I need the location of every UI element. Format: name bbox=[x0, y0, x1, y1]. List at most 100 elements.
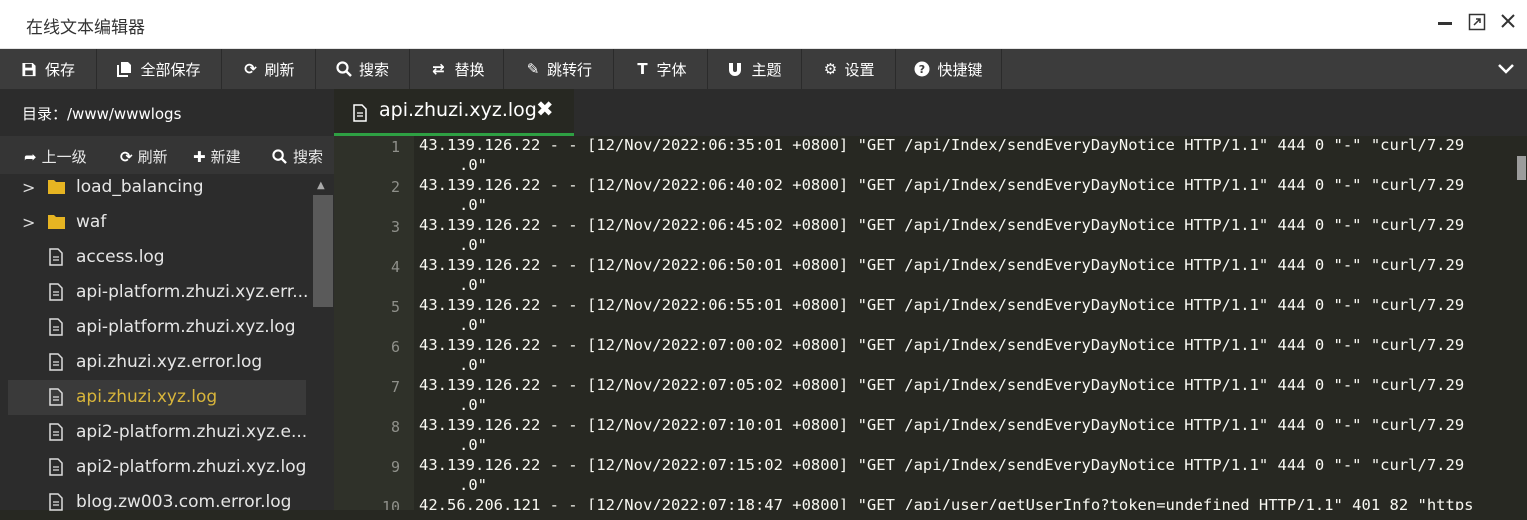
sidebar-search-button[interactable]: 搜索 bbox=[272, 146, 323, 167]
line-number: 4 bbox=[390, 258, 400, 276]
code-line: 42.56.206.121 - - [12/Nov/2022:07:18:47 … bbox=[419, 496, 1474, 510]
up-level-button[interactable]: ➦ 上一级 bbox=[24, 146, 87, 167]
tree-item-label: api2-platform.zhuzi.xyz.log bbox=[76, 457, 307, 477]
goto-line-label: 跳转行 bbox=[546, 60, 592, 79]
line-number: 10 bbox=[381, 498, 400, 510]
font-label: 字体 bbox=[656, 60, 687, 79]
tree-item-file[interactable]: access.log bbox=[8, 240, 306, 275]
tree-item-file[interactable]: api2-platform.zhuzi.xyz.log bbox=[8, 450, 306, 485]
line-number: 1 bbox=[390, 138, 400, 156]
save-label: 保存 bbox=[44, 60, 75, 79]
tree-item-label: access.log bbox=[76, 247, 165, 267]
tree-item-file[interactable]: api.zhuzi.xyz.error.log bbox=[8, 345, 306, 380]
chevron-right-icon: > bbox=[22, 178, 36, 197]
gear-icon: ⚙ bbox=[823, 60, 838, 78]
file-icon bbox=[49, 493, 63, 511]
tree-item-folder[interactable]: > load_balancing bbox=[8, 170, 306, 205]
search-button[interactable]: 搜索 bbox=[316, 49, 410, 89]
sidebar-refresh-button[interactable]: ⟳ 刷新 bbox=[120, 146, 168, 167]
shortcuts-button[interactable]: ? 快捷键 bbox=[896, 49, 1002, 89]
refresh-icon: ⟳ bbox=[120, 147, 133, 166]
code-line: 43.139.126.22 - - [12/Nov/2022:06:55:01 … bbox=[419, 296, 1465, 314]
code-line-wrap: .0" bbox=[459, 356, 487, 374]
tree-item-file-active[interactable]: api.zhuzi.xyz.log bbox=[8, 380, 306, 415]
directory-path: 目录：/www/wwwlogs bbox=[0, 89, 334, 136]
file-icon bbox=[49, 318, 63, 336]
close-window-button[interactable] bbox=[1497, 13, 1519, 35]
save-all-button[interactable]: 全部保存 bbox=[97, 49, 222, 89]
code-line-wrap: .0" bbox=[459, 156, 487, 174]
line-number: 5 bbox=[390, 298, 400, 316]
tree-item-folder[interactable]: > waf bbox=[8, 205, 306, 240]
tree-item-file[interactable]: api-platform.zhuzi.xyz.err... bbox=[8, 275, 309, 310]
maximize-button[interactable] bbox=[1466, 13, 1488, 35]
sidebar-refresh-label: 刷新 bbox=[137, 148, 168, 166]
scrollbar-thumb[interactable] bbox=[313, 195, 333, 307]
minimize-button[interactable] bbox=[1434, 13, 1456, 35]
code-editor[interactable]: 1 2 3 4 5 6 7 8 9 10 43.139.126.22 - - [12/Nov/20… bbox=[334, 136, 1527, 510]
magnet-icon bbox=[729, 62, 742, 76]
shortcuts-label: 快捷键 bbox=[937, 60, 983, 79]
folder-icon bbox=[48, 215, 65, 229]
code-line: 43.139.126.22 - - [12/Nov/2022:07:15:02 … bbox=[419, 456, 1465, 474]
file-sidebar: 目录：/www/wwwlogs ➦ 上一级 ⟳ 刷新 ✚ 新建 搜索 > loa… bbox=[0, 89, 334, 512]
tree-item-file[interactable]: api2-platform.zhuzi.xyz.e... bbox=[8, 415, 308, 450]
text-icon: T bbox=[637, 60, 648, 78]
line-number: 7 bbox=[390, 378, 400, 396]
svg-text:?: ? bbox=[919, 63, 925, 76]
new-file-button[interactable]: ✚ 新建 bbox=[193, 146, 241, 167]
save-all-label: 全部保存 bbox=[140, 60, 201, 79]
file-icon bbox=[353, 104, 367, 122]
goto-line-button[interactable]: ✎ 跳转行 bbox=[504, 49, 614, 89]
refresh-button[interactable]: ⟳ 刷新 bbox=[222, 49, 316, 89]
line-number: 3 bbox=[390, 218, 400, 236]
chevron-right-icon: > bbox=[22, 213, 36, 232]
code-line-wrap: .0" bbox=[459, 276, 487, 294]
tree-item-label: load_balancing bbox=[76, 177, 204, 197]
scroll-up-icon[interactable]: ▲ bbox=[317, 180, 325, 191]
editor-tab[interactable]: api.zhuzi.xyz.log ✖ bbox=[334, 89, 574, 136]
scrollbar-thumb[interactable] bbox=[1517, 156, 1526, 180]
save-button[interactable]: 保存 bbox=[0, 49, 97, 89]
code-line-wrap: .0" bbox=[459, 196, 487, 214]
tree-item-label: api-platform.zhuzi.xyz.err... bbox=[76, 282, 309, 302]
theme-label: 主题 bbox=[751, 60, 782, 79]
chevron-down-icon bbox=[1498, 64, 1514, 74]
file-icon bbox=[49, 248, 63, 266]
search-label: 搜索 bbox=[358, 60, 389, 79]
settings-button[interactable]: ⚙ 设置 bbox=[802, 49, 896, 89]
pin-icon: ✎ bbox=[526, 60, 540, 78]
tree-item-file[interactable]: blog.zw003.com.error.log bbox=[8, 485, 306, 520]
search-icon bbox=[272, 149, 287, 164]
code-line: 43.139.126.22 - - [12/Nov/2022:06:50:01 … bbox=[419, 256, 1465, 274]
sidebar-actions: ➦ 上一级 ⟳ 刷新 ✚ 新建 搜索 bbox=[0, 136, 334, 174]
toolbar: 保存 全部保存 ⟳ 刷新 搜索 ⇄ 替换 ✎ 跳转行 T 字体 主题 ⚙ 设置 … bbox=[0, 49, 1527, 89]
tab-label: api.zhuzi.xyz.log bbox=[379, 99, 537, 121]
code-line-wrap: .0" bbox=[459, 316, 487, 334]
tab-close-icon[interactable]: ✖ bbox=[536, 97, 554, 121]
tree-item-file[interactable]: api-platform.zhuzi.xyz.log bbox=[8, 310, 306, 345]
code-line: 43.139.126.22 - - [12/Nov/2022:07:00:02 … bbox=[419, 336, 1465, 354]
file-icon bbox=[49, 353, 63, 371]
line-number-gutter: 1 2 3 4 5 6 7 8 9 10 bbox=[334, 136, 414, 510]
line-number: 2 bbox=[390, 178, 400, 196]
file-icon bbox=[49, 458, 63, 476]
code-line-wrap: .0" bbox=[459, 476, 487, 494]
editor-scrollbar[interactable] bbox=[1516, 136, 1527, 510]
toolbar-expand-button[interactable] bbox=[1485, 49, 1527, 89]
replace-button[interactable]: ⇄ 替换 bbox=[410, 49, 504, 89]
new-file-label: 新建 bbox=[210, 148, 241, 166]
sidebar-scrollbar[interactable]: ▲ bbox=[312, 178, 334, 510]
refresh-icon: ⟳ bbox=[244, 60, 257, 78]
code-line: 43.139.126.22 - - [12/Nov/2022:06:45:02 … bbox=[419, 216, 1465, 234]
maximize-icon bbox=[1468, 13, 1486, 31]
up-level-label: 上一级 bbox=[41, 148, 87, 166]
minimize-icon bbox=[1438, 22, 1452, 25]
share-arrow-icon: ➦ bbox=[24, 147, 37, 166]
theme-button[interactable]: 主题 bbox=[708, 49, 802, 89]
line-number: 9 bbox=[390, 458, 400, 476]
font-button[interactable]: T 字体 bbox=[614, 49, 708, 89]
replace-icon: ⇄ bbox=[432, 60, 445, 78]
settings-label: 设置 bbox=[844, 60, 875, 79]
tree-item-label: api2-platform.zhuzi.xyz.e... bbox=[76, 422, 308, 442]
